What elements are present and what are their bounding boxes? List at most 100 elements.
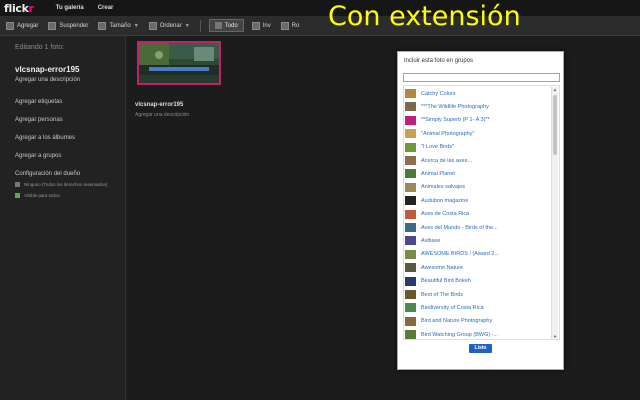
photo-thumbnail[interactable] [137,41,221,85]
group-item[interactable]: Aves de Costa Rica [405,209,469,220]
editing-label: Editando 1 foto: [15,44,65,51]
group-avatar-icon [405,209,416,219]
size-dropdown[interactable]: Tamaño ▼ [98,21,139,30]
group-avatar-icon [405,236,416,246]
add-description-link[interactable]: Agregar una descripción [15,77,125,83]
photo-title[interactable]: vlcsnap-error195 [135,102,183,108]
group-avatar-icon [405,263,416,273]
group-name: "I Love Birds" [421,144,454,151]
sidebar: Editando 1 foto: vlcsnap-error195 Agrega… [0,36,126,400]
suspend-icon [48,21,57,30]
group-avatar-icon [405,102,416,112]
group-item[interactable]: Animales salvajes [405,182,465,193]
add-icon [6,21,14,30]
add-button[interactable]: Agregar [6,21,38,30]
visibility-option[interactable]: Visible para todos [15,193,125,199]
group-item[interactable]: "Animal Photography" [405,128,474,139]
add-people-link[interactable]: Agregar personas [15,117,125,123]
group-search-input[interactable] [403,73,560,82]
suspend-button[interactable]: Suspender [48,21,88,30]
group-name: Audubon magazine [421,197,469,204]
group-name: AWESOME BIRDS ! (Award 2... [421,251,499,258]
group-avatar-icon [405,223,416,232]
group-name: Catchy Colors [421,90,456,97]
group-name: Bird and Nature Photography [421,318,493,325]
group-item[interactable]: Biodiversity of Costa Rica [405,302,484,313]
group-avatar-icon [405,115,416,125]
toolbar: Agregar Suspender Tamaño ▼ Ordenar ▼ Todo … [0,16,640,36]
select-all-icon [214,22,222,29]
group-avatar-icon [405,196,416,206]
group-item[interactable]: AWESOME BIRDS ! (Award 2... [405,249,499,260]
invert-icon [251,21,260,30]
flickr-logo[interactable]: flickr [4,2,34,15]
group-name: Awesome Nature [421,264,464,271]
toolbar-divider [199,19,201,32]
group-avatar-icon [405,169,416,179]
done-button[interactable]: Listo [469,344,492,353]
sort-dropdown[interactable]: Ordenar ▼ [148,21,190,30]
scroll-down-icon[interactable]: ▼ [552,334,558,339]
scrollbar-thumb[interactable] [553,95,557,155]
photo-description-placeholder[interactable]: Agregar una descripción [135,112,189,118]
group-item[interactable]: **Simply Superb (P 1- A 3)** [405,115,490,126]
group-name: "Animal Photography" [421,130,475,137]
group-name: Avibase [421,237,441,244]
add-tags-link[interactable]: Agregar etiquetas [15,99,125,105]
group-item[interactable]: Acerca de las aves... [405,155,472,166]
group-item[interactable]: Beautiful Bird Bokeh [405,276,471,287]
group-avatar-icon [405,249,416,259]
group-name: Aves de Costa Rica [421,211,470,218]
group-item[interactable]: Aves del Mundo - Birds of the... [405,222,498,233]
group-avatar-icon [405,89,416,98]
add-albums-link[interactable]: Agregar a los álbumes [15,135,125,141]
list-scrollbar[interactable]: ▲ ▼ [551,87,558,339]
rotate-icon [280,21,289,30]
group-name: Best of The Birds [421,291,464,298]
group-item[interactable]: Audubon magazine [405,195,468,206]
chevron-down-icon: ▼ [184,22,190,29]
rotate-button[interactable]: Ro [280,21,299,30]
group-avatar-icon [405,182,416,192]
group-item[interactable]: Bird Watching Group (BWG) -... [405,329,498,339]
group-list[interactable]: Bird Watching Group (BWG) -... Bird and N… [403,85,560,340]
top-bar: flickr Tu galería Crear [0,0,640,16]
group-item[interactable]: Awesome Nature [405,262,463,273]
group-avatar-icon [405,142,416,152]
group-item[interactable]: ***The Wildlife Photography [405,101,489,112]
nav-crear[interactable]: Crear [98,5,114,11]
chevron-down-icon: ▼ [133,22,139,29]
group-name: ***The Wildlife Photography [421,103,489,110]
group-name: Animal Planet [421,170,455,177]
group-item[interactable]: Catchy Colors [405,88,456,99]
sort-icon [148,21,157,30]
dialog-title: Incluir esta foto en grupos [404,58,474,64]
group-avatar-icon [405,316,416,326]
select-all-button[interactable]: Todo [208,19,244,32]
group-name: Biodiversity of Costa Rica [421,304,484,311]
group-item[interactable]: Avibase [405,235,440,246]
group-item[interactable]: "I Love Birds" [405,142,454,153]
group-name: Beautiful Bird Bokeh [421,278,471,285]
nav-tu-galeria[interactable]: Tu galería [56,5,84,11]
license-option[interactable]: Ninguno (Todos los derechos reservados) [15,182,125,188]
group-item[interactable]: Bird and Nature Photography [405,316,492,327]
group-name: Acerca de las aves... [421,157,473,164]
invert-button[interactable]: Inv [251,21,271,30]
license-icon [15,182,20,187]
group-avatar-icon [405,129,416,139]
group-name: Animales salvajes [421,184,466,191]
add-groups-link[interactable]: Agregar a grupos [15,153,125,159]
group-name: **Simply Superb (P 1- A 3)** [421,117,490,124]
photo-image [139,43,219,83]
group-avatar-icon [405,290,416,299]
group-item[interactable]: Best of The Birds [405,289,463,300]
group-item[interactable]: Animal Planet [405,168,455,179]
scroll-up-icon[interactable]: ▲ [552,87,558,93]
group-avatar-icon [405,276,416,286]
groups-dialog: Incluir esta foto en grupos Bird Watchin… [397,51,564,370]
group-avatar-icon [405,330,416,339]
photo-name[interactable]: vlcsnap-error195 [15,65,125,74]
group-avatar-icon [405,303,416,313]
group-name: Aves del Mundo - Birds of the... [421,224,498,231]
